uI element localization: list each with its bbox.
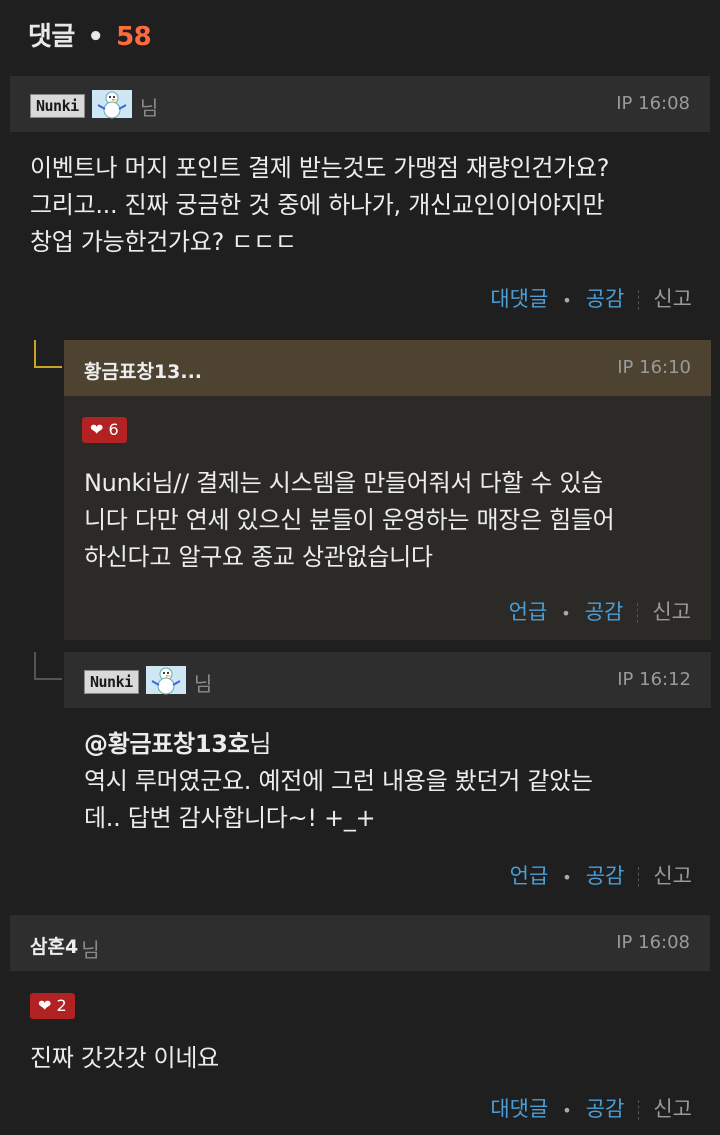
nickname-badge[interactable]: Nunki <box>30 94 85 118</box>
report-link[interactable]: 신고 <box>653 287 692 311</box>
snowman-icon <box>91 89 132 123</box>
comment-body: 이벤트나 머지 포인트 결제 받는것도 가맹점 재량인건가요? 그리고... 진… <box>30 150 710 261</box>
reply-card: 황금표창13... IP 16:10 ❤ 6 Nunki님// 결제는 시스템을… <box>64 340 711 640</box>
comment-line: 진짜 갓갓갓 이네요 <box>30 1044 219 1072</box>
divider <box>638 867 640 887</box>
comments-label: 댓글 <box>28 22 75 52</box>
like-count: 2 <box>56 996 67 1015</box>
reply-link[interactable]: 대댓글 <box>490 1097 548 1121</box>
like-link[interactable]: 공감 <box>585 600 624 624</box>
comment-actions: 언급 • 공감 신고 <box>510 860 692 890</box>
author[interactable]: 삼혼4 님 <box>30 932 100 963</box>
honorific: 님 <box>193 671 213 696</box>
comment-line: 그리고... 진짜 궁금한 것 중에 하나가, 개신교인이어야지만 <box>30 191 605 219</box>
author-name[interactable]: 황금표창13... <box>84 357 202 384</box>
author[interactable]: Nunki 님 <box>84 665 212 699</box>
comment-body: 진짜 갓갓갓 이네요 <box>30 1040 710 1077</box>
dot-separator: • <box>562 1100 572 1120</box>
ip-time: IP 16:08 <box>616 932 690 953</box>
like-badge: ❤ 2 <box>30 993 75 1019</box>
heart-icon: ❤ <box>38 996 52 1015</box>
bullet: • <box>87 22 104 52</box>
like-link[interactable]: 공감 <box>586 287 625 311</box>
author[interactable]: Nunki 님 <box>30 89 158 123</box>
like-link[interactable]: 공감 <box>586 1097 625 1121</box>
comment-line: 하신다고 알구요 종교 상관없습니다 <box>84 543 433 571</box>
reply-connector <box>34 652 62 680</box>
comment-line: Nunki님// 결제는 시스템을 만들어줘서 다할 수 있습 <box>84 469 604 497</box>
heart-icon: ❤ <box>90 420 104 439</box>
like-badge: ❤ 6 <box>82 417 127 443</box>
mention-link[interactable]: 언급 <box>510 864 549 888</box>
report-link[interactable]: 신고 <box>653 1097 692 1121</box>
snowman-icon <box>145 665 186 699</box>
comment-line: 니다 다만 연세 있으신 분들이 운영하는 매장은 힘들어 <box>84 506 615 534</box>
nickname-badge[interactable]: Nunki <box>84 670 139 694</box>
divider <box>637 603 639 623</box>
like-count: 6 <box>108 420 119 439</box>
like-link[interactable]: 공감 <box>586 864 625 888</box>
comment-count: 58 <box>116 22 152 52</box>
reply-header: 황금표창13... IP 16:10 <box>64 340 711 396</box>
report-link[interactable]: 신고 <box>652 600 691 624</box>
author-name[interactable]: 삼혼4 <box>30 936 78 958</box>
comment-line: 데.. 답변 감사합니다~! +_+ <box>84 804 376 832</box>
comment-header: Nunki 님 IP 16:08 <box>10 76 710 132</box>
comment-header: 삼혼4 님 IP 16:08 <box>10 915 710 971</box>
divider <box>638 1100 640 1120</box>
comment-line: 이벤트나 머지 포인트 결제 받는것도 가맹점 재량인건가요? <box>30 154 610 182</box>
ip-time: IP 16:08 <box>616 93 690 114</box>
mention-link[interactable]: 언급 <box>509 600 548 624</box>
honorific: 님 <box>139 95 159 120</box>
comment-actions: 언급 • 공감 신고 <box>509 596 691 626</box>
comment-body: @황금표창13호님 역시 루머였군요. 예전에 그런 내용을 봤던거 같았는 데… <box>84 726 704 837</box>
divider <box>638 290 640 310</box>
comment-actions: 대댓글 • 공감 신고 <box>490 1093 692 1123</box>
reply-connector <box>34 340 62 368</box>
comment-body: Nunki님// 결제는 시스템을 만들어줘서 다할 수 있습 니다 다만 연세… <box>84 465 704 576</box>
dot-separator: • <box>562 290 572 310</box>
mention-target[interactable]: @황금표창13호 <box>84 730 250 758</box>
reply-link[interactable]: 대댓글 <box>490 287 548 311</box>
report-link[interactable]: 신고 <box>653 864 692 888</box>
honorific: 님 <box>81 938 100 962</box>
mention-line: @황금표창13호님 <box>84 726 704 763</box>
dot-separator: • <box>562 867 572 887</box>
comment-actions: 대댓글 • 공감 신고 <box>490 283 692 313</box>
comment-line: 창업 가능한건가요? ㄷㄷㄷ <box>30 228 297 256</box>
mention-suffix: 님 <box>249 730 272 758</box>
reply-header: Nunki 님 IP 16:12 <box>64 652 711 708</box>
comments-header: 댓글 • 58 <box>28 16 152 53</box>
ip-time: IP 16:12 <box>617 669 691 690</box>
comment-line: 역시 루머였군요. 예전에 그런 내용을 봤던거 같았는 <box>84 767 593 795</box>
ip-time: IP 16:10 <box>617 357 691 378</box>
dot-separator: • <box>561 603 571 623</box>
